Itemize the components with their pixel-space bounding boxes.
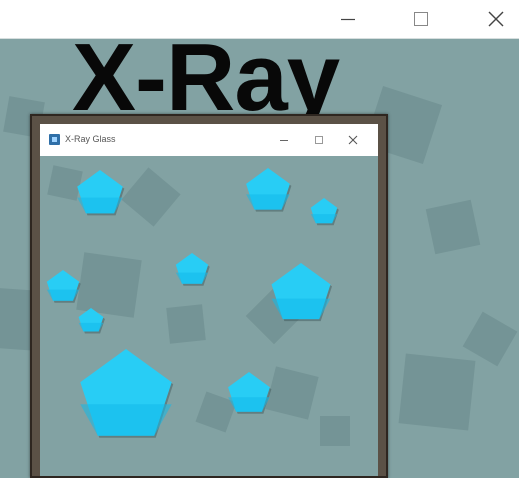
- inner-window: X-Ray Glass: [40, 124, 378, 476]
- xray-app-icon: [49, 134, 60, 145]
- pentagon-gem-icon: [175, 253, 210, 286]
- pentagon-gem-icon: [46, 270, 81, 303]
- inner-close-button[interactable]: [336, 124, 370, 156]
- minimize-icon: [341, 18, 355, 21]
- pentagon-gem-icon: [77, 170, 125, 216]
- pentagon-gem-icon: [271, 263, 332, 322]
- outer-maximize-button[interactable]: [398, 0, 444, 38]
- close-icon: [348, 135, 358, 145]
- maximize-icon: [315, 136, 323, 144]
- pentagon-gem-icon: [78, 308, 105, 334]
- pentagon-gem-icon: [80, 349, 174, 438]
- outer-close-button[interactable]: [473, 0, 519, 38]
- pentagon-gem-icon: [246, 168, 292, 212]
- inner-window-frame: X-Ray Glass: [30, 114, 388, 478]
- inner-minimize-button[interactable]: [267, 124, 301, 156]
- maximize-icon: [414, 12, 428, 26]
- minimize-icon: [280, 140, 288, 141]
- close-icon: [488, 11, 504, 27]
- inner-window-title: X-Ray Glass: [65, 134, 116, 144]
- pentagon-gem-icon: [310, 198, 339, 226]
- inner-title-bar: X-Ray Glass: [40, 124, 378, 156]
- gem-field: [40, 156, 378, 476]
- pentagon-gem-icon: [228, 372, 272, 414]
- inner-maximize-button[interactable]: [302, 124, 336, 156]
